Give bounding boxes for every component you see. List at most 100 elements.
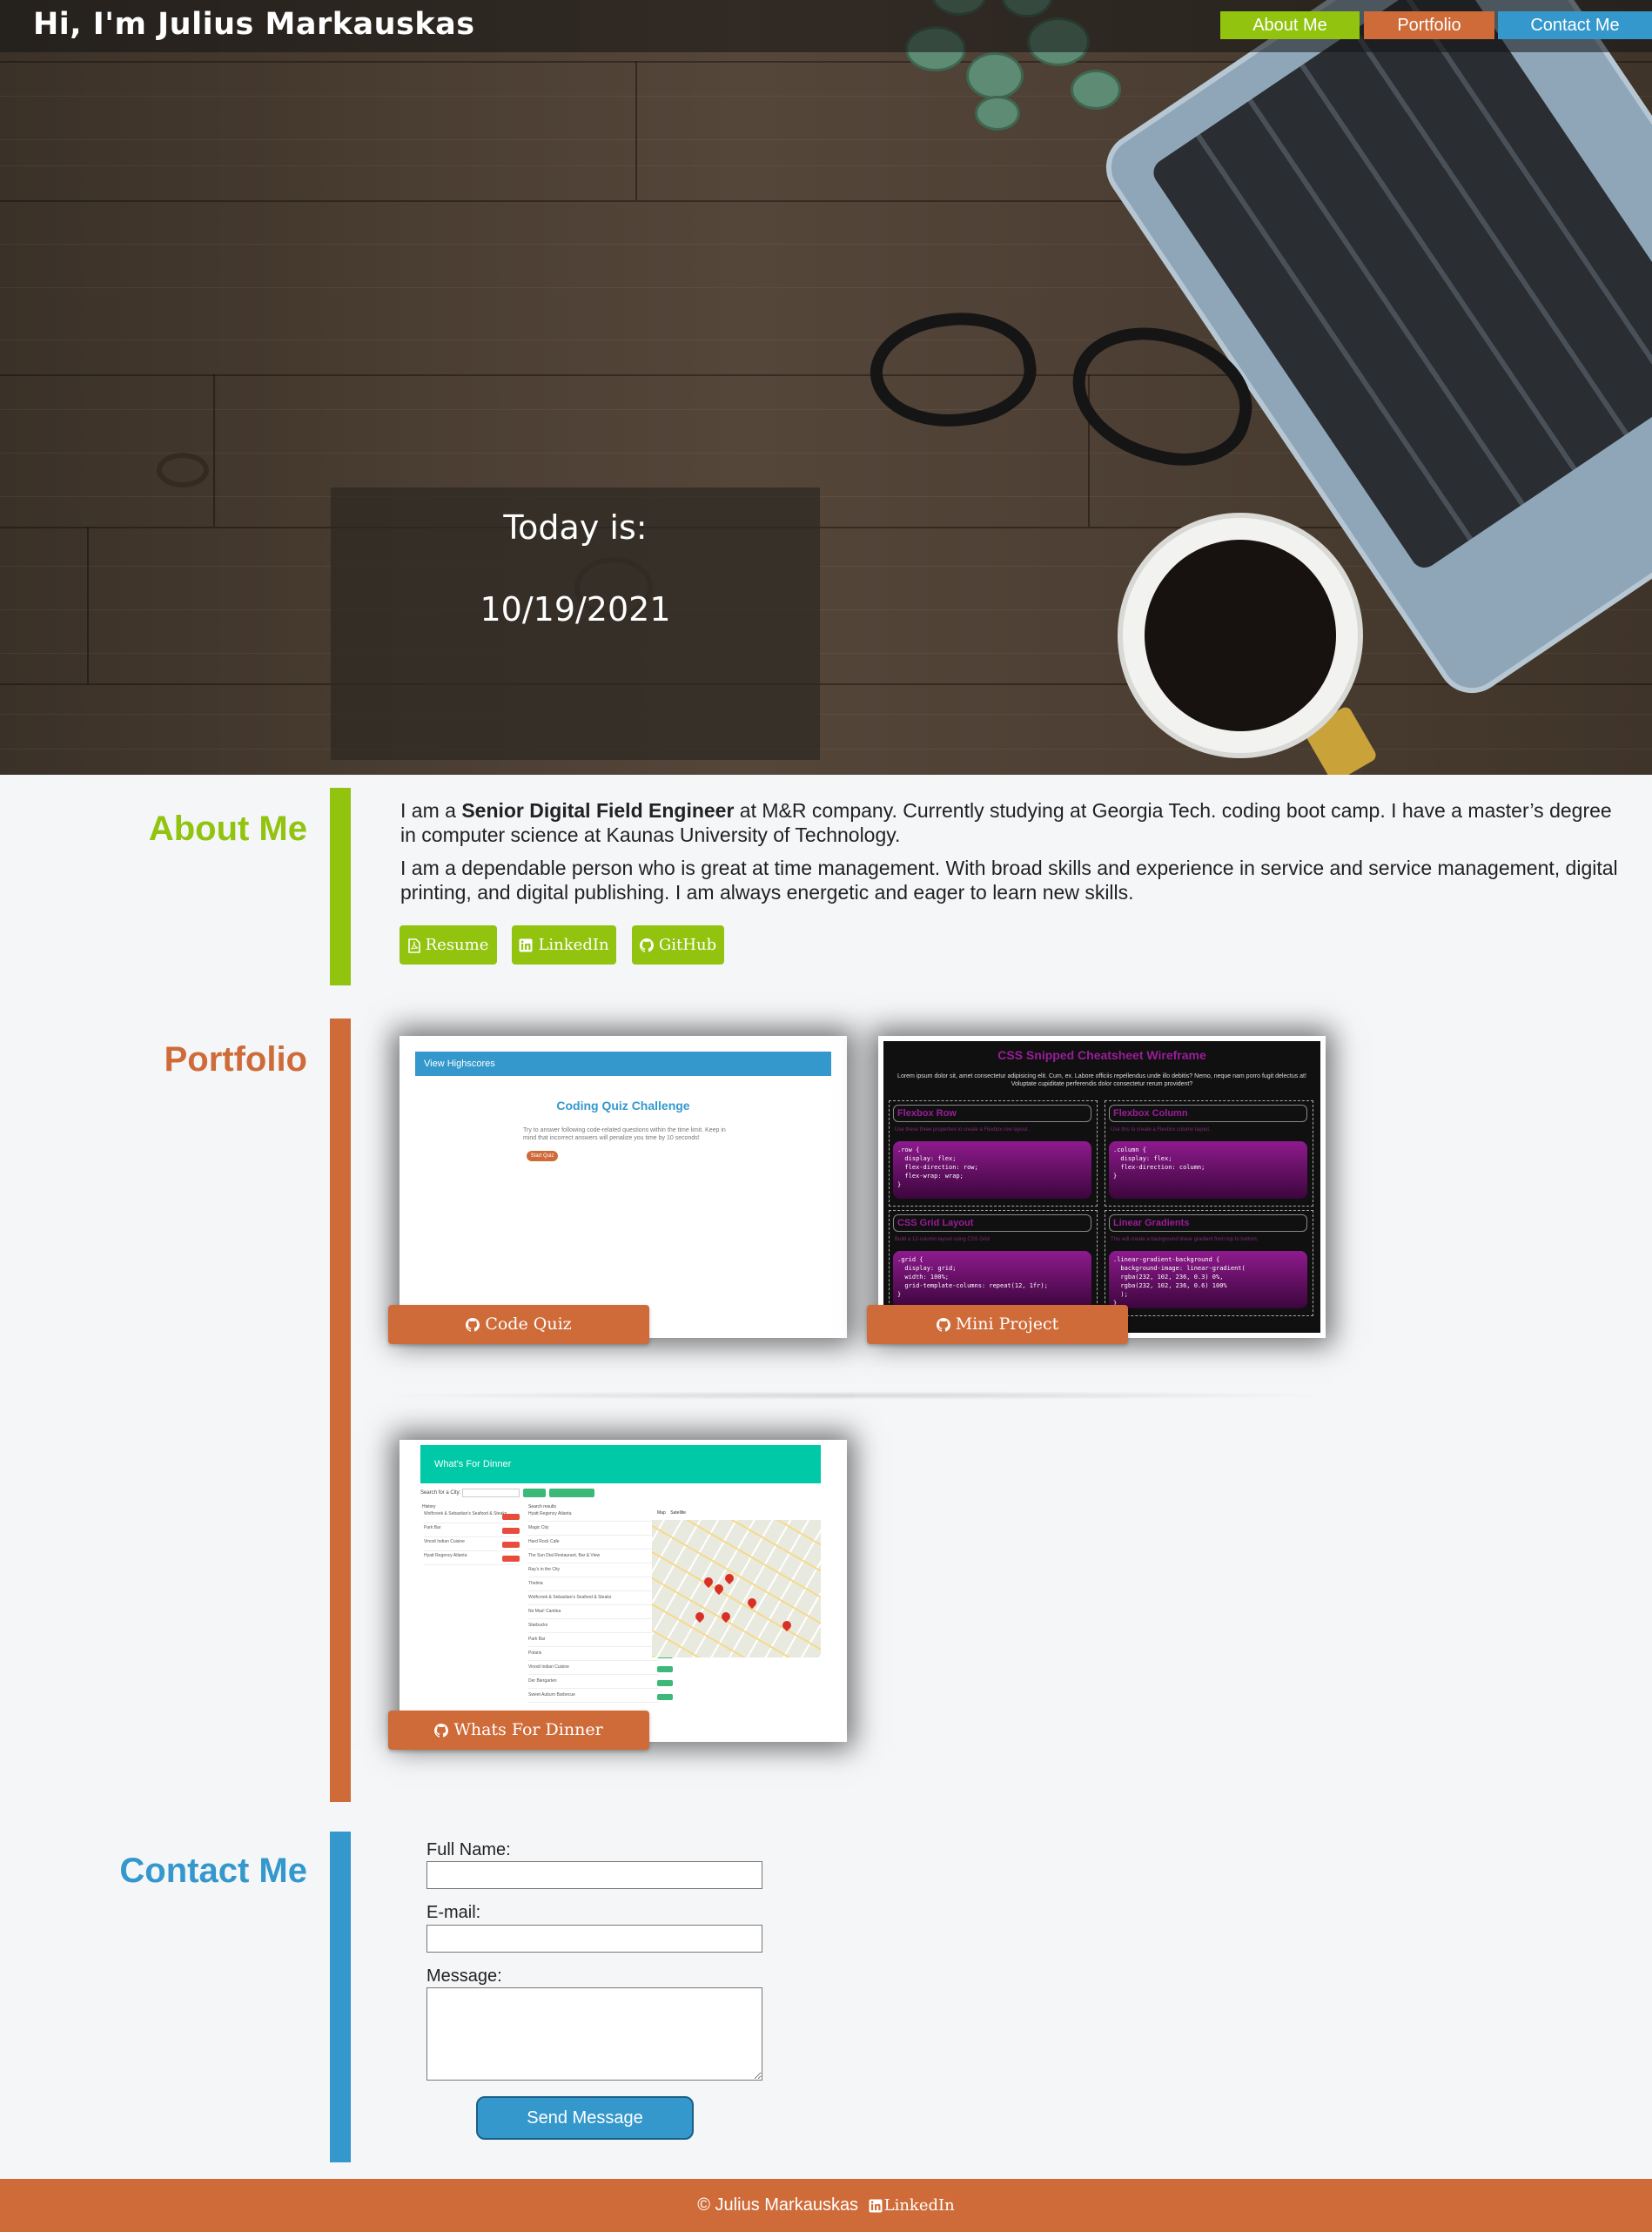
resume-button[interactable]: Resume bbox=[400, 925, 497, 965]
nav-portfolio[interactable]: Portfolio bbox=[1364, 11, 1494, 39]
cheatsheet-box-title: Flexbox Row bbox=[893, 1105, 1091, 1122]
linkedin-icon bbox=[519, 938, 533, 952]
github-button[interactable]: GitHub bbox=[632, 925, 724, 965]
github-icon bbox=[639, 938, 654, 952]
send-message-button[interactable]: Send Message bbox=[476, 2096, 694, 2140]
cheatsheet-box-code: .linear-gradient-background { background… bbox=[1109, 1251, 1307, 1308]
email-input[interactable] bbox=[426, 1925, 762, 1953]
cheatsheet-box-title: Linear Gradients bbox=[1109, 1214, 1307, 1232]
portfolio-accent-bar bbox=[330, 1019, 351, 1802]
project-preview-whats-for-dinner: What's For Dinner Search for a City: His… bbox=[400, 1440, 847, 1742]
dinner-results-label: Search results bbox=[528, 1504, 556, 1509]
cheatsheet-box: Flexbox Column Use this to create a Flex… bbox=[1105, 1100, 1313, 1207]
whats-for-dinner-button[interactable]: Whats For Dinner bbox=[388, 1711, 649, 1750]
dinner-search-nearby-button bbox=[549, 1489, 594, 1497]
cheatsheet-box-code: .grid { display: grid; width: 100%; grid… bbox=[893, 1251, 1091, 1308]
list-item: Magic City bbox=[528, 1525, 673, 1536]
cheatsheet-box: Linear Gradients This will create a back… bbox=[1105, 1210, 1313, 1316]
list-item: Park Bar bbox=[528, 1637, 673, 1647]
list-item: Starbucks bbox=[528, 1623, 673, 1633]
coffee-cup-image bbox=[1123, 518, 1358, 753]
dinner-search-input bbox=[462, 1489, 520, 1497]
glasses-image bbox=[853, 287, 1340, 514]
contact-heading: Contact Me bbox=[119, 1852, 307, 1890]
map-pin-icon bbox=[702, 1575, 715, 1589]
github-icon bbox=[434, 1724, 449, 1738]
full-name-input[interactable] bbox=[426, 1861, 762, 1889]
nav-contact-me[interactable]: Contact Me bbox=[1498, 11, 1652, 39]
quiz-start-button: Start Quiz bbox=[527, 1151, 558, 1161]
map-pin-icon bbox=[712, 1582, 726, 1596]
list-item: Wolfcreek & Sebastian's Seafood & Steaks bbox=[528, 1595, 673, 1605]
message-textarea[interactable] bbox=[426, 1987, 762, 2081]
about-paragraph-1: I am a Senior Digital Field Engineer at … bbox=[400, 799, 1612, 846]
dinner-search-label: Search for a City: bbox=[420, 1490, 461, 1496]
cheatsheet-box: Flexbox Row Use these three properties t… bbox=[889, 1100, 1098, 1207]
linkedin-button[interactable]: LinkedIn bbox=[512, 925, 616, 965]
quiz-text: Try to answer following code-related que… bbox=[523, 1127, 726, 1141]
list-item: The Sun Dial Restaurant, Bar & View bbox=[528, 1553, 673, 1563]
site-title: Hi, I'm Julius Markauskas bbox=[33, 7, 475, 42]
list-item: Polaris bbox=[528, 1650, 673, 1661]
dinner-header-bar: What's For Dinner bbox=[420, 1445, 821, 1483]
today-date: 10/19/2021 bbox=[480, 590, 671, 629]
contact-accent-bar bbox=[330, 1832, 351, 2162]
cheatsheet-box-desc: Use this to create a Flexbox column layo… bbox=[1111, 1127, 1211, 1133]
hero-banner: Hi, I'm Julius Markauskas About Me Portf… bbox=[0, 0, 1652, 775]
dinner-map: Map Satellite bbox=[652, 1508, 821, 1657]
map-tabs: Map Satellite bbox=[652, 1508, 821, 1520]
today-panel: Today is: 10/19/2021 bbox=[331, 487, 820, 760]
list-item: No Mas! Cantina bbox=[528, 1609, 673, 1619]
cheatsheet-box-desc: Build a 12-column layout using CSS Grid bbox=[895, 1237, 990, 1242]
email-label: E-mail: bbox=[426, 1903, 481, 1922]
cheatsheet-title: CSS Snipped Cheatsheet Wireframe bbox=[997, 1048, 1206, 1062]
about-paragraph-2: I am a dependable person who is great at… bbox=[400, 857, 1618, 904]
linkedin-icon bbox=[869, 2199, 883, 2213]
list-item: Vinodi Indian Cuisine bbox=[424, 1539, 520, 1551]
code-quiz-button[interactable]: Code Quiz bbox=[388, 1305, 649, 1344]
github-icon bbox=[936, 1318, 950, 1332]
list-item: Hard Rock Cafe bbox=[528, 1539, 673, 1550]
portfolio-heading: Portfolio bbox=[164, 1040, 307, 1079]
cheatsheet-box-desc: This will create a background linear gra… bbox=[1111, 1237, 1259, 1242]
about-heading: About Me bbox=[148, 810, 307, 848]
cheatsheet-box-code: .column { display: flex; flex-direction:… bbox=[1109, 1141, 1307, 1199]
portfolio-divider bbox=[374, 1391, 1349, 1400]
footer-linkedin-link[interactable]: LinkedIn bbox=[869, 2196, 955, 2215]
cheatsheet-box-desc: Use these three properties to create a F… bbox=[895, 1127, 1030, 1133]
list-item: Der Biergarten bbox=[528, 1678, 673, 1689]
cheatsheet-box-title: Flexbox Column bbox=[1109, 1105, 1307, 1122]
today-label: Today is: bbox=[503, 508, 648, 547]
dinner-history-list: History Wolfcreek & Sebastian's Seafood … bbox=[420, 1504, 527, 1574]
about-accent-bar bbox=[330, 788, 351, 985]
nav-about-me[interactable]: About Me bbox=[1220, 11, 1360, 39]
dinner-search-button bbox=[523, 1489, 546, 1497]
footer-copyright: © Julius Markauskas bbox=[697, 2195, 859, 2215]
list-item: Park Bar bbox=[424, 1525, 520, 1537]
map-pin-icon bbox=[722, 1571, 736, 1585]
list-item: Sweet Auburn Barbecue bbox=[528, 1692, 673, 1703]
file-pdf-icon bbox=[407, 938, 420, 953]
project-preview-mini-project: CSS Snipped Cheatsheet Wireframe Lorem i… bbox=[878, 1036, 1326, 1338]
github-icon bbox=[466, 1318, 480, 1332]
list-item: Ray's in the City bbox=[528, 1567, 673, 1577]
list-item: Hyatt Regency Atlanta bbox=[528, 1511, 673, 1522]
list-item: Vinodi Indian Cuisine bbox=[528, 1664, 673, 1675]
map-pin-icon bbox=[745, 1596, 759, 1610]
map-pin-icon bbox=[780, 1618, 794, 1632]
message-label: Message: bbox=[426, 1966, 502, 1986]
footer: © Julius Markauskas LinkedIn bbox=[0, 2179, 1652, 2232]
list-item: Thelma bbox=[528, 1581, 673, 1591]
cheatsheet-intro: Lorem ipsum dolor sit, amet consectetur … bbox=[897, 1073, 1306, 1087]
dinner-results-list: Search results Hyatt Regency Atlanta Mag… bbox=[528, 1504, 673, 1704]
quiz-highscores-bar: View Highscores bbox=[415, 1052, 831, 1076]
project-preview-code-quiz: View Highscores Coding Quiz Challenge Tr… bbox=[400, 1036, 847, 1338]
cheatsheet-box-title: CSS Grid Layout bbox=[893, 1214, 1091, 1232]
dinner-history-label: History bbox=[422, 1504, 436, 1509]
map-pin-icon bbox=[693, 1610, 707, 1624]
full-name-label: Full Name: bbox=[426, 1840, 511, 1859]
cheatsheet-box: CSS Grid Layout Build a 12-column layout… bbox=[889, 1210, 1098, 1316]
mini-project-button[interactable]: Mini Project bbox=[867, 1305, 1128, 1344]
list-item: Wolfcreek & Sebastian's Seafood & Steaks bbox=[424, 1511, 520, 1523]
quiz-title: Coding Quiz Challenge bbox=[556, 1099, 690, 1113]
